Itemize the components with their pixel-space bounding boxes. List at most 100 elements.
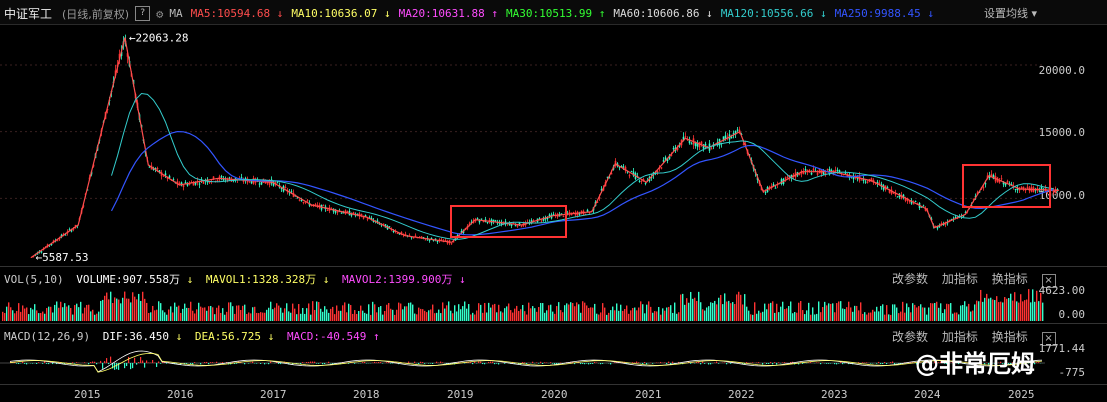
volume-bar: [190, 301, 192, 321]
volume-bar: [854, 305, 856, 321]
ma-legend-item: MA120:10556.66 ↓: [720, 7, 827, 20]
highlight-box-2025: [962, 164, 1051, 208]
candle-body: [156, 168, 159, 170]
volume-bar: [474, 314, 476, 321]
volume-bar: [700, 302, 702, 321]
macd-bar: [544, 362, 546, 363]
volume-bar: [604, 307, 606, 321]
volume-bar: [16, 310, 18, 321]
volume-bar: [38, 313, 40, 321]
volume-bar: [586, 305, 588, 321]
x-tick: 2024: [914, 388, 941, 401]
macd-bar: [664, 362, 666, 363]
macd-chart[interactable]: [0, 343, 1045, 383]
gear-icon[interactable]: ⚙: [156, 7, 163, 21]
volume-bar: [642, 304, 644, 321]
volume-bar: [606, 314, 608, 321]
ma-legend-item: MA60:10606.86 ↓: [613, 7, 713, 20]
panel-divider: [0, 384, 1107, 385]
volume-bar: [330, 308, 332, 321]
volume-bar: [386, 304, 388, 321]
macd-bar: [522, 362, 524, 363]
volume-bar: [856, 305, 858, 321]
volume-bar: [656, 311, 658, 321]
volume-bar: [1002, 302, 1004, 321]
volume-bar: [300, 313, 302, 321]
macd-bar: [542, 363, 544, 364]
volume-bar: [280, 307, 282, 321]
volume-bar: [654, 311, 656, 321]
candle-body: [640, 180, 643, 182]
volume-bar: [146, 302, 148, 321]
macd-bar: [380, 362, 382, 363]
volume-bar: [608, 312, 610, 321]
macd-bar: [38, 362, 40, 363]
ma-settings-button[interactable]: 设置均线 ▾: [984, 5, 1037, 21]
volume-bar: [192, 310, 194, 321]
macd-bar: [108, 363, 110, 365]
volume-bar: [546, 310, 548, 321]
volume-bar: [344, 302, 346, 321]
candle-body: [672, 148, 675, 150]
volume-bar: [158, 301, 160, 321]
volume-bar: [820, 312, 822, 321]
volume-bar: [672, 312, 674, 321]
add-indicator-button[interactable]: 加指标: [942, 330, 978, 344]
help-icon[interactable]: ?: [135, 6, 151, 21]
index-title[interactable]: 中证军工: [4, 5, 52, 22]
volume-bar: [196, 309, 198, 321]
volume-bar: [610, 310, 612, 321]
volume-bar: [852, 311, 854, 321]
volume-bar: [752, 314, 754, 321]
volume-bar: [994, 300, 996, 321]
volume-bar: [216, 307, 218, 321]
volume-bar: [46, 308, 48, 321]
volume-bar: [680, 294, 682, 321]
volume-bar: [210, 305, 212, 321]
macd-label[interactable]: MACD(12,26,9): [4, 330, 90, 343]
candle-body: [1000, 178, 1003, 180]
macd-bar: [376, 362, 378, 363]
volume-bar: [520, 309, 522, 321]
volume-bar: [888, 314, 890, 321]
macd-bar: [192, 363, 194, 365]
volume-bar: [258, 313, 260, 321]
period-label[interactable]: (日线,前复权): [62, 6, 129, 22]
volume-bar: [784, 309, 786, 321]
price-chart[interactable]: ←22063.28 ←5587.53: [0, 25, 1085, 266]
macd-bar: [302, 362, 304, 363]
macd-bar: [596, 362, 598, 363]
volume-bar: [486, 312, 488, 321]
macd-bar: [374, 361, 376, 363]
change-params-button[interactable]: 改参数: [892, 330, 928, 344]
volume-bar: [40, 313, 42, 321]
volume-bar: [678, 312, 680, 321]
candle-body: [450, 243, 453, 245]
macd-bar: [116, 363, 118, 370]
volume-bar: [282, 312, 284, 321]
volume-bar: [106, 292, 108, 321]
macd-bar: [260, 363, 262, 364]
volume-bar: [912, 303, 914, 321]
candle-body: [424, 239, 427, 241]
volume-bar: [866, 314, 868, 321]
switch-indicator-button[interactable]: 换指标: [992, 330, 1028, 344]
candle-body: [644, 182, 647, 184]
macd-bar: [390, 363, 392, 364]
volume-bar: [936, 301, 938, 321]
volume-bar: [932, 303, 934, 321]
volume-bar: [416, 314, 418, 321]
volume-bar: [504, 308, 506, 321]
macd-bar: [318, 363, 320, 364]
volume-bar: [796, 312, 798, 321]
macd-bar: [306, 362, 308, 363]
volume-bar: [332, 306, 334, 321]
macd-bar: [710, 363, 712, 365]
volume-bar: [512, 312, 514, 321]
candle-body: [396, 233, 399, 235]
macd-bar: [474, 361, 476, 363]
x-tick: 2022: [728, 388, 755, 401]
macd-bar: [324, 363, 326, 364]
volume-chart[interactable]: [0, 284, 1045, 322]
volume-bar: [354, 310, 356, 321]
